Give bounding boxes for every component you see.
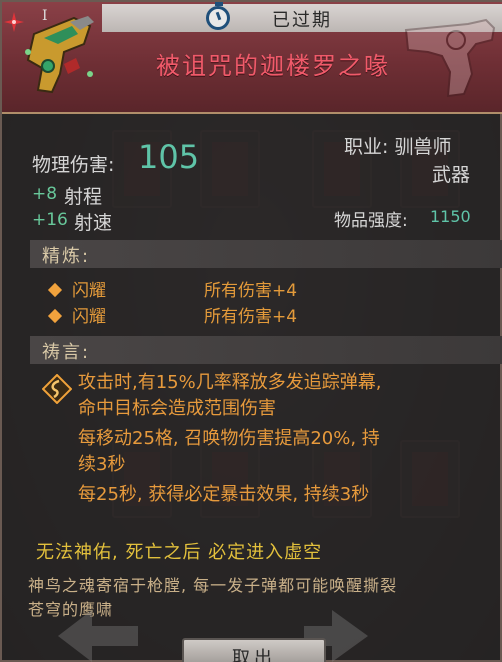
stats-block: 物理伤害: 105 +8 射程 +16 射速 职业: 驯兽师 武器 物品强度: …: [2, 114, 502, 240]
prayer-title: 祷言:: [42, 342, 91, 363]
prayer-line: 续3秒: [78, 454, 126, 475]
refine-title: 精炼:: [42, 246, 91, 267]
tooltip-header: 已过期 被诅咒的迦楼罗之喙 I: [2, 2, 502, 114]
prayer-rune-icon: [42, 374, 72, 404]
prayer-line: 命中目标会造成范围伤害: [78, 398, 276, 419]
prayer-line: 每移动25格, 召唤物伤害提高20%, 持: [78, 428, 380, 449]
refine-section-header: 精炼:: [30, 240, 502, 268]
item-type-label: 武器: [432, 164, 471, 186]
previous-arrow-icon[interactable]: [52, 606, 142, 662]
damage-label: 物理伤害:: [32, 154, 115, 176]
refine-name: 闪耀: [72, 307, 106, 327]
diamond-icon: [47, 308, 63, 324]
prayer-section-header: 祷言:: [30, 336, 502, 364]
curse-notice: 无法神佑, 死亡之后 必定进入虚空: [36, 542, 323, 563]
item-name: 被诅咒的迦楼罗之喙: [156, 52, 390, 80]
take-out-label: 取出: [232, 648, 276, 662]
speed-label: 射速: [74, 212, 113, 234]
lore-line: 神鸟之魂寄宿于枪膛, 每一发子弹都可能唤醒撕裂: [28, 576, 398, 595]
class-label: 职业: 驯兽师: [344, 136, 452, 158]
range-label: 射程: [64, 186, 103, 208]
revolver-watermark-icon: [404, 18, 496, 98]
refine-row: 闪耀: [47, 276, 106, 301]
prayer-line: 攻击时,有15%几率释放多发追踪弹幕,: [78, 372, 382, 393]
refine-name: 闪耀: [72, 281, 106, 301]
take-out-button[interactable]: 取出: [182, 638, 326, 662]
strength-value: 1150: [430, 207, 471, 226]
diamond-icon: [47, 282, 63, 298]
clock-icon: [206, 2, 230, 30]
range-bonus: +8: [32, 184, 58, 204]
strength-label: 物品强度:: [334, 211, 408, 231]
tier-numeral: I: [42, 8, 48, 24]
refine-effect: 所有伤害+4: [204, 281, 298, 301]
expired-status: 已过期: [272, 10, 332, 31]
item-tooltip-panel: 已过期 被诅咒的迦楼罗之喙 I 物理伤害: 105 +8 射程 +16 射速 职…: [0, 0, 502, 662]
refine-effect: 所有伤害+4: [204, 307, 298, 327]
refine-row: 闪耀: [47, 302, 106, 327]
speed-bonus: +16: [32, 210, 68, 230]
damage-value: 105: [138, 138, 200, 176]
star-icon: [4, 12, 24, 32]
prayer-line: 每25秒, 获得必定暴击效果, 持续3秒: [78, 484, 370, 505]
